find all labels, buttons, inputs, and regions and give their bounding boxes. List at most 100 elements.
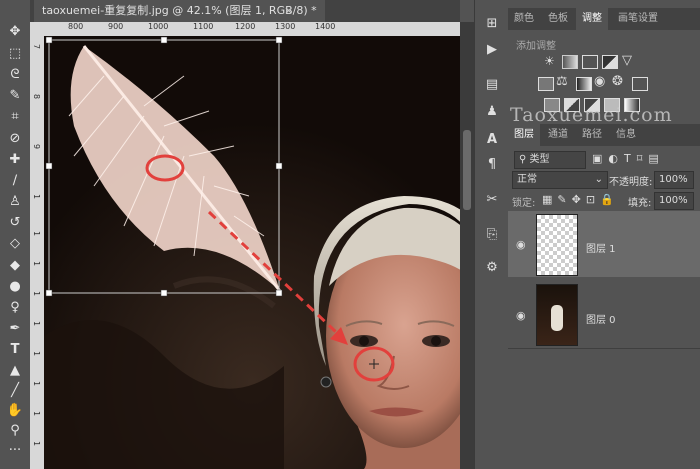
- layer-thumbnail: [536, 214, 578, 276]
- blend-mode-select[interactable]: 正常 ⌄: [512, 171, 608, 189]
- properties-panel-icon[interactable]: ▤: [482, 75, 502, 95]
- paragraph-panel-icon[interactable]: ¶: [482, 155, 502, 175]
- photo-filter-icon[interactable]: ◉: [594, 74, 605, 89]
- lock-label: 锁定:: [512, 198, 536, 209]
- move-tool-icon[interactable]: ✥: [5, 22, 25, 42]
- opacity-value: 100%: [659, 174, 688, 185]
- adjustments-panel-tabs: 颜色 色板 调整 画笔设置: [508, 8, 700, 30]
- ruler-label: 900: [108, 22, 124, 31]
- ruler-horizontal: 800 900 1000 1100 1200 1300 1400: [30, 22, 460, 37]
- ruler-label: 1: [32, 261, 41, 267]
- layer-name[interactable]: 图层 0: [586, 311, 616, 326]
- layer-row-0[interactable]: ◉ 图层 0: [508, 280, 700, 346]
- layer-name[interactable]: 图层 1: [586, 240, 616, 255]
- layer-thumbnail: [536, 284, 578, 346]
- history-panel-icon[interactable]: ⊞: [482, 14, 502, 34]
- ruler-label: 1000: [148, 22, 169, 31]
- line-tool-icon[interactable]: ╱: [5, 381, 25, 401]
- tab-channels[interactable]: 通道: [542, 124, 574, 146]
- close-tab-icon[interactable]: ×: [284, 0, 293, 22]
- vertical-scrollbar[interactable]: [460, 22, 474, 469]
- watermark-text: Taoxuemei.com: [510, 104, 673, 126]
- opacity-input[interactable]: 100%: [654, 171, 694, 189]
- tab-swatches[interactable]: 色板: [542, 8, 574, 30]
- actions-play-icon[interactable]: ▶: [482, 40, 502, 60]
- clone-source-icon[interactable]: ⎘: [482, 225, 502, 245]
- curves-icon[interactable]: [582, 55, 598, 69]
- tool-presets-icon[interactable]: ✂: [482, 190, 502, 210]
- blend-mode-value: 正常: [517, 174, 537, 185]
- eraser-tool-icon[interactable]: ◇: [5, 234, 25, 254]
- clone-stamp-tool-icon[interactable]: ♙: [5, 192, 25, 212]
- ruler-label: 7: [32, 44, 41, 50]
- brush-tool-icon[interactable]: ∕: [5, 171, 25, 191]
- vibrance-icon[interactable]: ▽: [622, 53, 632, 68]
- channel-mixer-icon[interactable]: ❂: [612, 74, 623, 89]
- tab-brush-settings[interactable]: 画笔设置: [612, 8, 664, 30]
- quick-select-tool-icon[interactable]: ✎: [5, 86, 25, 106]
- ruler-label: 1: [32, 411, 41, 417]
- opacity-label: 不透明度:: [609, 177, 653, 188]
- ruler-label: 1400: [315, 22, 336, 31]
- color-lookup-icon[interactable]: [632, 77, 648, 91]
- marquee-tool-icon[interactable]: ⬚: [5, 44, 25, 64]
- color-balance-icon[interactable]: ⚖: [556, 74, 568, 89]
- ruler-label: 1: [32, 291, 41, 297]
- fill-value: 100%: [659, 195, 688, 206]
- hand-tool-icon[interactable]: ✋: [5, 401, 25, 421]
- ruler-label: 1200: [235, 22, 256, 31]
- eye-icon[interactable]: ◉: [516, 309, 526, 322]
- tab-adjustments[interactable]: 调整: [576, 8, 608, 30]
- history-brush-tool-icon[interactable]: ↺: [5, 213, 25, 233]
- tab-color[interactable]: 颜色: [508, 8, 540, 30]
- libraries-panel-icon[interactable]: ♟: [482, 102, 502, 122]
- ruler-label: 8: [32, 94, 41, 100]
- eye-icon[interactable]: ◉: [516, 238, 526, 251]
- fill-input[interactable]: 100%: [654, 192, 694, 210]
- thumbnail-figure: [551, 305, 563, 331]
- zoom-tool-icon[interactable]: ⚲: [5, 421, 25, 441]
- exposure-icon[interactable]: [602, 55, 618, 69]
- ruler-label: 1: [32, 351, 41, 357]
- brightness-icon[interactable]: ☀: [544, 54, 555, 68]
- pen-tool-icon[interactable]: ✒: [5, 319, 25, 339]
- brush-presets-icon[interactable]: ⚙: [482, 258, 502, 278]
- healing-brush-tool-icon[interactable]: ✚: [5, 150, 25, 170]
- chevron-down-icon: ⌄: [594, 174, 603, 185]
- tab-info[interactable]: 信息: [610, 124, 642, 146]
- canvas-image: [44, 36, 460, 469]
- character-panel-icon[interactable]: A: [482, 130, 502, 150]
- ruler-label: 800: [68, 22, 84, 31]
- right-panels: 颜色 色板 调整 画笔设置 添加调整 ☀ ▽ ⚖ ◉ ❂ 图层 通道 路径 信息…: [508, 0, 700, 469]
- ruler-label: 1: [32, 231, 41, 237]
- layer-filter-icons[interactable]: ▣◐T⌑▤: [592, 152, 665, 165]
- ruler-label: 9: [32, 144, 41, 150]
- fill-label: 填充:: [628, 198, 652, 209]
- eyedropper-tool-icon[interactable]: ⊘: [5, 129, 25, 149]
- ruler-label: 1: [32, 194, 41, 200]
- ruler-label: 1: [32, 321, 41, 327]
- filter-label: 类型: [529, 154, 550, 165]
- document-tab[interactable]: taoxuemei-重复复制.jpg @ 42.1% (图层 1, RGB/8)…: [34, 0, 325, 22]
- more-tools-icon[interactable]: ···: [5, 441, 25, 461]
- tab-layers[interactable]: 图层: [508, 124, 540, 146]
- ruler-vertical: 7 8 9 1 1 1 1 1 1 1 1 1: [30, 36, 45, 469]
- tab-paths[interactable]: 路径: [576, 124, 608, 146]
- panel-dock: ⊞ ▶ ▤ ♟ A ¶ ✂ ⎘ ⚙: [474, 0, 510, 469]
- ruler-label: 1: [32, 441, 41, 447]
- paint-bucket-tool-icon[interactable]: ◆: [5, 256, 25, 276]
- document-canvas[interactable]: [44, 36, 460, 469]
- path-select-tool-icon[interactable]: ▲: [5, 361, 25, 381]
- lasso-tool-icon[interactable]: ᘓ: [5, 65, 25, 85]
- black-white-icon[interactable]: [576, 77, 592, 91]
- blur-tool-icon[interactable]: ●: [5, 277, 25, 297]
- layer-row-1[interactable]: ◉ 图层 1: [508, 211, 700, 277]
- lock-icons[interactable]: ▦✎✥⊡🔒: [542, 193, 619, 206]
- layer-filter-dropdown[interactable]: ⚲ 类型: [514, 151, 586, 169]
- levels-icon[interactable]: [562, 55, 578, 69]
- scrollbar-thumb[interactable]: [463, 130, 471, 210]
- type-tool-icon[interactable]: T: [5, 340, 25, 360]
- dodge-tool-icon[interactable]: ♀: [5, 298, 25, 318]
- crop-tool-icon[interactable]: ⌗: [5, 107, 25, 127]
- hue-saturation-icon[interactable]: [538, 77, 554, 91]
